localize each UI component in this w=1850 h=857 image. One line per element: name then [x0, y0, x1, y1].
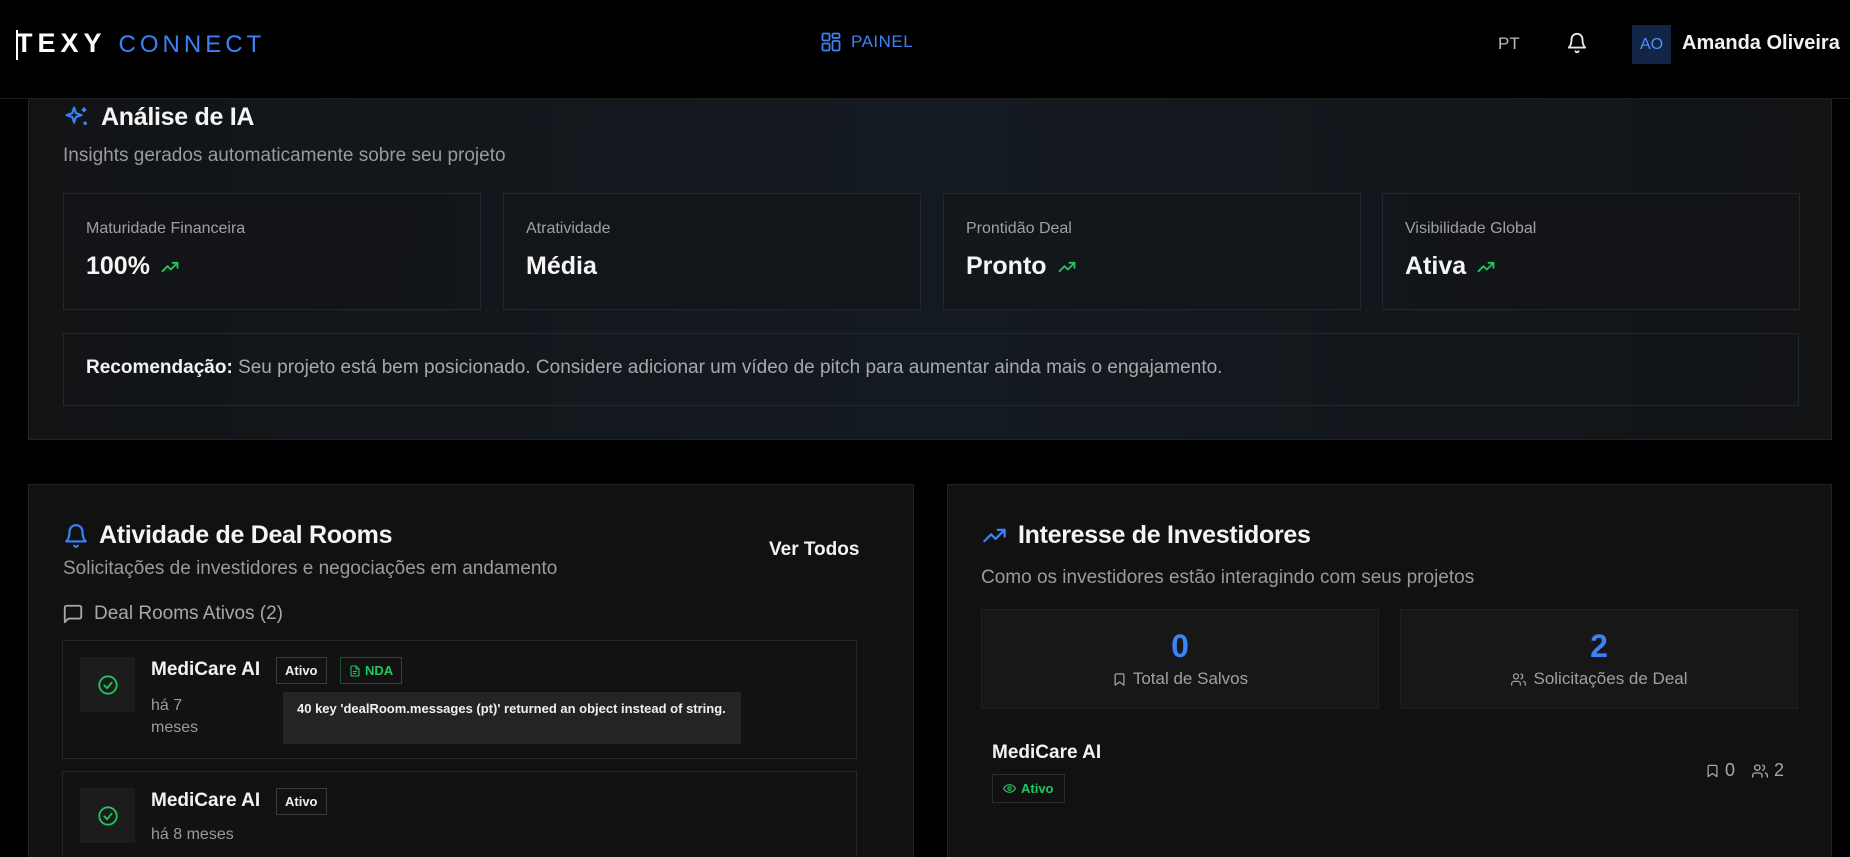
- nav-painel-link[interactable]: PAINEL: [821, 32, 913, 52]
- active-deal-rooms-label: Deal Rooms Ativos (2): [94, 603, 284, 624]
- requests-count: 2: [1751, 760, 1784, 781]
- saves-count-value: 0: [1725, 760, 1736, 780]
- project-status-label: Ativo: [1021, 781, 1054, 796]
- dashboard-icon: [821, 32, 841, 52]
- room-status-icon-box: [80, 788, 135, 843]
- logo-secondary-text: CONNECT: [118, 31, 266, 58]
- message-square-icon: [63, 604, 83, 624]
- deal-rooms-card: Atividade de Deal Rooms Solicitações de …: [28, 484, 914, 857]
- project-counts: 0 2: [1705, 760, 1784, 781]
- metric-value-text: Pronto: [966, 252, 1047, 280]
- metric-label: Maturidade Financeira: [86, 220, 246, 237]
- nda-label: NDA: [365, 663, 394, 678]
- users-icon: [1511, 672, 1527, 686]
- deal-rooms-header: Atividade de Deal Rooms: [63, 521, 392, 550]
- metric-label: Visibilidade Global: [1405, 220, 1537, 237]
- room-name: MediCare AI: [151, 790, 261, 811]
- ai-analysis-card: Análise de IA Insights gerados automatic…: [28, 90, 1832, 440]
- deal-room-item[interactable]: MediCare AI Ativo há 8 meses: [62, 771, 857, 857]
- metric-visibilidade-global: Visibilidade Global Ativa: [1382, 193, 1800, 310]
- trending-up-icon: [161, 261, 179, 272]
- trending-up-icon: [983, 528, 1006, 543]
- metric-prontidao-deal: Prontidão Deal Pronto: [943, 193, 1361, 310]
- stat-label-text: Total de Salvos: [1132, 669, 1249, 688]
- status-badge: Ativo: [276, 788, 327, 815]
- ai-analysis-title: Análise de IA: [101, 103, 255, 131]
- bookmark-icon: [1114, 672, 1125, 686]
- metric-atratividade: Atratividade Média: [503, 193, 921, 310]
- requests-count-value: 2: [1774, 760, 1785, 780]
- view-all-button[interactable]: Ver Todos: [769, 539, 859, 561]
- bell-icon: [1567, 33, 1587, 54]
- metric-label: Atratividade: [526, 220, 611, 237]
- saves-count: 0: [1705, 760, 1735, 781]
- deal-room-item[interactable]: MediCare AI Ativo NDA há 7 meses 40 key …: [62, 640, 857, 759]
- stat-label: Total de Salvos: [982, 669, 1378, 689]
- eye-icon: [1003, 784, 1016, 793]
- ai-recommendation: Recomendação: Seu projeto está bem posic…: [63, 333, 1799, 406]
- active-deal-rooms-heading: Deal Rooms Ativos (2): [62, 603, 283, 625]
- file-text-icon: [350, 664, 360, 677]
- stat-label: Solicitações de Deal: [1401, 669, 1797, 689]
- stat-deal-requests: 2 Solicitações de Deal: [1400, 609, 1798, 709]
- room-time: há 7 meses: [151, 697, 199, 736]
- deal-rooms-title: Atividade de Deal Rooms: [99, 521, 393, 549]
- bookmark-icon: [1707, 764, 1718, 777]
- nav-painel-label: PAINEL: [851, 32, 914, 51]
- investor-interest-header: Interesse de Investidores: [981, 521, 1311, 550]
- ai-analysis-subtitle: Insights gerados automaticamente sobre s…: [63, 145, 506, 166]
- users-icon: [1752, 763, 1769, 778]
- user-name[interactable]: Amanda Oliveira: [1682, 32, 1840, 55]
- metric-value: Pronto: [966, 252, 1077, 281]
- nda-badge[interactable]: NDA: [340, 657, 403, 684]
- metric-value: Ativa: [1405, 252, 1496, 281]
- error-tooltip: 40 key 'dealRoom.messages (pt)' returned…: [283, 692, 741, 744]
- recommendation-label: Recomendação:: [86, 357, 233, 378]
- project-status-badge: Ativo: [992, 774, 1065, 803]
- ai-analysis-header: Análise de IA: [63, 103, 254, 132]
- user-avatar[interactable]: AO: [1632, 25, 1671, 64]
- investor-interest-card: Interesse de Investidores Como os invest…: [947, 484, 1832, 857]
- logo-primary-text: TEXY: [16, 28, 107, 58]
- metric-value-text: Ativa: [1405, 252, 1467, 280]
- recommendation-text: Seu projeto está bem posicionado. Consid…: [238, 357, 1223, 378]
- stat-value: 0: [1171, 628, 1189, 664]
- sparkles-icon: [65, 105, 87, 125]
- trending-up-icon: [1477, 261, 1495, 272]
- metric-label: Prontidão Deal: [966, 220, 1072, 237]
- project-name[interactable]: MediCare AI: [992, 742, 1101, 764]
- logo-cursor: [16, 30, 18, 60]
- investor-interest-subtitle: Como os investidores estão interagindo c…: [981, 567, 1475, 588]
- metric-value-text: Média: [526, 252, 597, 280]
- trending-up-icon: [1058, 261, 1075, 272]
- app-logo[interactable]: TEXY CONNECT: [16, 28, 266, 60]
- status-badge: Ativo: [276, 657, 327, 684]
- metric-value: Média: [526, 252, 597, 281]
- room-name: MediCare AI: [151, 659, 261, 680]
- stat-value: 2: [1590, 628, 1608, 664]
- bell-icon: [65, 523, 87, 548]
- investor-interest-title: Interesse de Investidores: [1018, 521, 1311, 549]
- language-selector[interactable]: PT: [1498, 34, 1520, 54]
- metric-value-text: 100%: [86, 252, 150, 280]
- room-status-icon-box: [80, 657, 135, 712]
- stat-label-text: Solicitações de Deal: [1533, 669, 1688, 688]
- top-navigation-bar: TEXY CONNECT PAINEL PT AO Amanda Oliveir…: [0, 0, 1850, 99]
- room-time: há 8 meses: [151, 826, 234, 843]
- stat-total-saves: 0 Total de Salvos: [981, 609, 1379, 709]
- deal-rooms-subtitle: Solicitações de investidores e negociaçõ…: [63, 558, 558, 579]
- check-circle-icon: [97, 805, 118, 826]
- metric-maturidade-financeira: Maturidade Financeira 100%: [63, 193, 481, 310]
- metric-value: 100%: [86, 252, 180, 281]
- notifications-button[interactable]: [1566, 32, 1588, 59]
- check-circle-icon: [97, 674, 118, 695]
